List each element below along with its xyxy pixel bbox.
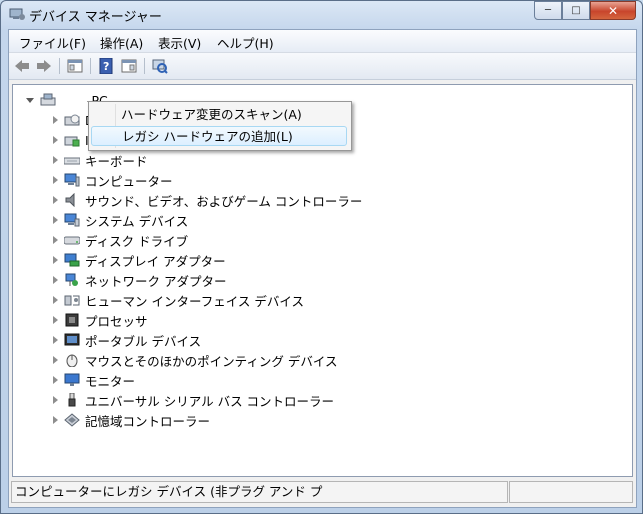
tree-item[interactable]: コンピューター xyxy=(53,171,173,189)
tree-item-label: 記憶域コントローラー xyxy=(85,413,211,429)
expand-arrow-icon[interactable] xyxy=(53,276,58,284)
context-menu: ハードウェア変更のスキャン(A) レガシ ハードウェアの追加(L) xyxy=(88,101,352,151)
dvd-icon xyxy=(64,113,80,127)
status-text: コンピューターにレガシ デバイス (非プラグ アンド プ xyxy=(11,481,508,503)
tree-item-label: ユニバーサル シリアル バス コントローラー xyxy=(85,393,335,409)
tree-item-label: サウンド、ビデオ、およびゲーム コントローラー xyxy=(85,193,363,209)
toolbar-separator xyxy=(59,58,60,74)
expand-arrow-icon[interactable] xyxy=(53,236,58,244)
network-icon xyxy=(64,273,80,287)
usb-icon xyxy=(64,392,80,407)
action-icon[interactable] xyxy=(120,57,138,75)
tree-item[interactable]: ディスク ドライブ xyxy=(53,231,188,249)
forward-icon[interactable] xyxy=(35,57,53,75)
tree-item[interactable]: ヒューマン インターフェイス デバイス xyxy=(53,291,304,309)
tree-item[interactable]: ネットワーク アダプター xyxy=(53,271,226,289)
window-title: デバイス マネージャー xyxy=(29,10,162,25)
expand-arrow-icon[interactable] xyxy=(53,336,58,344)
expand-arrow-icon[interactable] xyxy=(53,396,58,404)
tree-item[interactable]: マウスとそのほかのポインティング デバイス xyxy=(53,351,337,369)
disk-icon xyxy=(63,233,81,247)
tree-item-label: ディスク ドライブ xyxy=(85,233,189,249)
computer-icon xyxy=(64,173,80,187)
expand-arrow-icon[interactable] xyxy=(53,176,58,184)
tree-item-label: コンピューター xyxy=(85,173,173,189)
close-button[interactable]: ✕ xyxy=(590,1,636,20)
device-manager-icon xyxy=(9,7,25,21)
tree-item-label: ネットワーク アダプター xyxy=(85,273,227,289)
back-icon[interactable] xyxy=(13,57,31,75)
processor-icon xyxy=(64,313,80,327)
menu-action[interactable]: 操作(A) xyxy=(100,33,143,52)
tree-item-label: モニター xyxy=(85,373,136,389)
toolbar: ? xyxy=(9,53,636,80)
expand-arrow-icon[interactable] xyxy=(53,256,58,264)
tree-item[interactable]: ディスプレイ アダプター xyxy=(53,251,226,269)
expand-arrow-icon[interactable] xyxy=(53,416,58,424)
expand-arrow-icon[interactable] xyxy=(53,116,58,124)
hid-icon xyxy=(64,293,80,307)
tree-item-label: キーボード xyxy=(85,153,148,169)
mouse-icon xyxy=(64,353,80,368)
tree-item[interactable]: ポータブル デバイス xyxy=(53,331,201,349)
help-icon[interactable]: ? xyxy=(97,57,115,75)
tree-item-label: ヒューマン インターフェイス デバイス xyxy=(85,293,304,309)
tree-item[interactable]: キーボード xyxy=(53,151,148,169)
expand-arrow-icon[interactable] xyxy=(53,376,58,384)
expand-arrow-icon[interactable] xyxy=(53,196,58,204)
sound-icon xyxy=(64,192,80,208)
keyboard-icon xyxy=(63,153,81,167)
device-manager-window: デバイス マネージャー ─ □ ✕ ファイル(F) 操作(A) 表示(V) ヘル… xyxy=(0,0,643,514)
close-icon: ✕ xyxy=(607,3,619,18)
maximize-button[interactable]: □ xyxy=(562,1,590,20)
svg-text:?: ? xyxy=(103,60,109,73)
context-scan-hardware[interactable]: ハードウェア変更のスキャン(A) xyxy=(91,105,347,125)
properties-icon[interactable] xyxy=(66,57,84,75)
tree-item-label: システム デバイス xyxy=(85,213,189,229)
ide-icon xyxy=(64,133,80,147)
context-add-legacy-hardware[interactable]: レガシ ハードウェアの追加(L) xyxy=(91,126,347,146)
minimize-button[interactable]: ─ xyxy=(534,1,562,20)
system-icon xyxy=(64,213,80,227)
status-pane-secondary xyxy=(509,481,633,503)
expand-arrow-icon[interactable] xyxy=(53,356,58,364)
scan-icon[interactable] xyxy=(151,57,169,75)
tree-item[interactable]: 記憶域コントローラー xyxy=(53,411,210,429)
tree-item[interactable]: プロセッサ xyxy=(53,311,148,329)
menu-file[interactable]: ファイル(F) xyxy=(19,33,86,52)
menu-help[interactable]: ヘルプ(H) xyxy=(217,33,274,52)
toolbar-separator xyxy=(90,58,91,74)
portable-icon xyxy=(64,333,80,347)
status-bar: コンピューターにレガシ デバイス (非プラグ アンド プ xyxy=(9,479,636,507)
maximize-icon: □ xyxy=(571,5,581,16)
tree-item[interactable]: モニター xyxy=(53,371,135,389)
expand-arrow-icon[interactable] xyxy=(53,136,58,144)
tree-item[interactable]: ユニバーサル シリアル バス コントローラー xyxy=(53,391,334,409)
title-bar[interactable]: デバイス マネージャー ─ □ ✕ xyxy=(1,1,642,29)
expand-arrow-icon[interactable] xyxy=(53,156,58,164)
tree-item-label: ポータブル デバイス xyxy=(85,333,202,349)
menu-view[interactable]: 表示(V) xyxy=(158,33,201,52)
tree-item[interactable]: システム デバイス xyxy=(53,211,188,229)
expand-arrow-icon[interactable] xyxy=(53,296,58,304)
tree-item[interactable]: サウンド、ビデオ、およびゲーム コントローラー xyxy=(53,191,362,209)
expand-arrow-icon[interactable] xyxy=(53,216,58,224)
display-icon xyxy=(64,253,80,267)
menu-bar: ファイル(F) 操作(A) 表示(V) ヘルプ(H) xyxy=(9,30,636,53)
storage-icon xyxy=(64,413,80,427)
tree-item-label: プロセッサ xyxy=(85,313,148,329)
toolbar-separator xyxy=(144,58,145,74)
expand-arrow-icon[interactable] xyxy=(53,316,58,324)
collapse-arrow-icon[interactable] xyxy=(26,97,34,103)
minimize-icon: ─ xyxy=(544,5,552,16)
tree-item-label: マウスとそのほかのポインティング デバイス xyxy=(85,353,338,369)
tree-item-label: ディスプレイ アダプター xyxy=(85,253,226,269)
monitor-icon xyxy=(64,373,80,387)
computer-root-icon xyxy=(40,93,56,107)
